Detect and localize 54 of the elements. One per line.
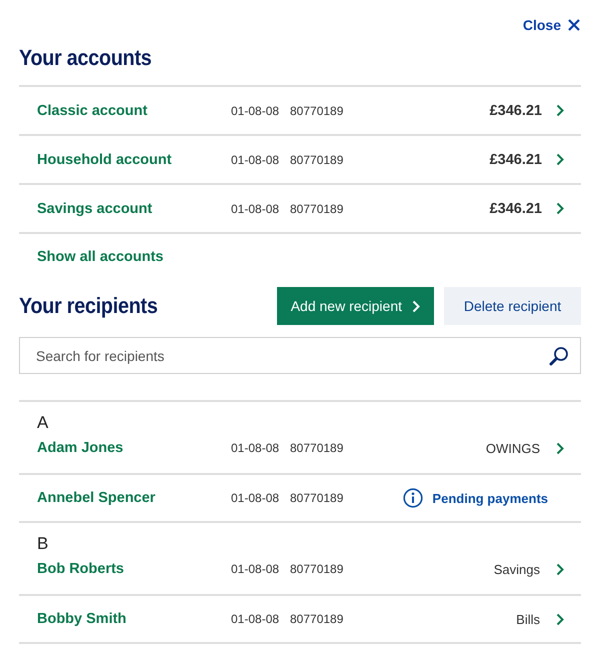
account-row[interactable]: Household account 01-08-08 80770189 £346.21: [19, 136, 581, 185]
account-number: 80770189: [290, 202, 344, 216]
delete-recipient-button[interactable]: Delete recipient: [444, 287, 581, 325]
chevron-icon: [412, 300, 420, 312]
sort-code: 01-08-08: [231, 104, 280, 118]
recipient-name: Adam Jones: [37, 440, 124, 456]
recipient-reference: OWINGS: [486, 440, 540, 456]
chevron-icon: [556, 104, 564, 117]
search-icon: [549, 346, 569, 366]
chevron-icon: [556, 562, 564, 576]
sort-code: 01-08-08: [231, 152, 280, 166]
chevron-icon: [556, 442, 564, 454]
recipient-row[interactable]: B Bob Roberts 01-08-08 80770189 Savings: [19, 523, 581, 596]
group-letter: A: [37, 412, 50, 433]
recipient-reference: Bills: [516, 612, 540, 626]
account-balance: £346.21: [490, 152, 542, 168]
sort-code: 01-08-08: [231, 202, 280, 216]
search-field[interactable]: Search for recipients: [19, 337, 581, 374]
group-letter: B: [37, 533, 50, 554]
account-number: 80770189: [290, 104, 344, 118]
info-icon: [403, 488, 424, 508]
sort-code: 01-08-08: [231, 612, 280, 626]
add-recipient-button[interactable]: Add new recipient: [276, 287, 434, 325]
recipient-row[interactable]: Annebel Spencer 01-08-08 80770189 Pending payments: [19, 475, 581, 523]
account-number: 80770189: [290, 491, 344, 505]
recipient-name: Annebel Spencer: [37, 490, 156, 506]
account-name: Household account: [37, 152, 173, 168]
account-name: Classic account: [37, 102, 148, 118]
pending-payments-link[interactable]: Pending payments: [432, 490, 548, 506]
recipient-row[interactable]: Bobby Smith 01-08-08 80770189 Bills: [19, 596, 581, 644]
close-button[interactable]: Close: [522, 15, 580, 35]
sort-code: 01-08-08: [231, 562, 280, 576]
account-name: Savings account: [37, 200, 154, 216]
section-heading: Your accounts: [19, 44, 153, 72]
chevron-icon: [556, 153, 564, 166]
sort-code: 01-08-08: [231, 491, 280, 505]
recipient-row[interactable]: A Adam Jones 01-08-08 80770189 OWINGS: [19, 402, 581, 475]
show-all-link[interactable]: Show all accounts: [19, 234, 581, 269]
account-row[interactable]: Savings account 01-08-08 80770189 £346.21: [19, 185, 581, 234]
sort-code: 01-08-08: [231, 441, 280, 455]
account-number: 80770189: [290, 612, 344, 626]
recipient-name: Bob Roberts: [37, 561, 125, 577]
close-icon: [568, 19, 580, 31]
account-number: 80770189: [290, 441, 344, 455]
recipient-name: Bobby Smith: [37, 611, 128, 627]
chevron-icon: [556, 612, 564, 626]
account-row[interactable]: Classic account 01-08-08 80770189 £346.21: [19, 87, 581, 136]
account-balance: £346.21: [490, 102, 542, 118]
account-number: 80770189: [290, 562, 344, 576]
chevron-icon: [556, 202, 564, 215]
account-balance: £346.21: [490, 200, 542, 216]
account-number: 80770189: [290, 152, 344, 166]
section-heading: Your recipients: [19, 292, 159, 320]
recipient-reference: Savings: [494, 562, 540, 576]
